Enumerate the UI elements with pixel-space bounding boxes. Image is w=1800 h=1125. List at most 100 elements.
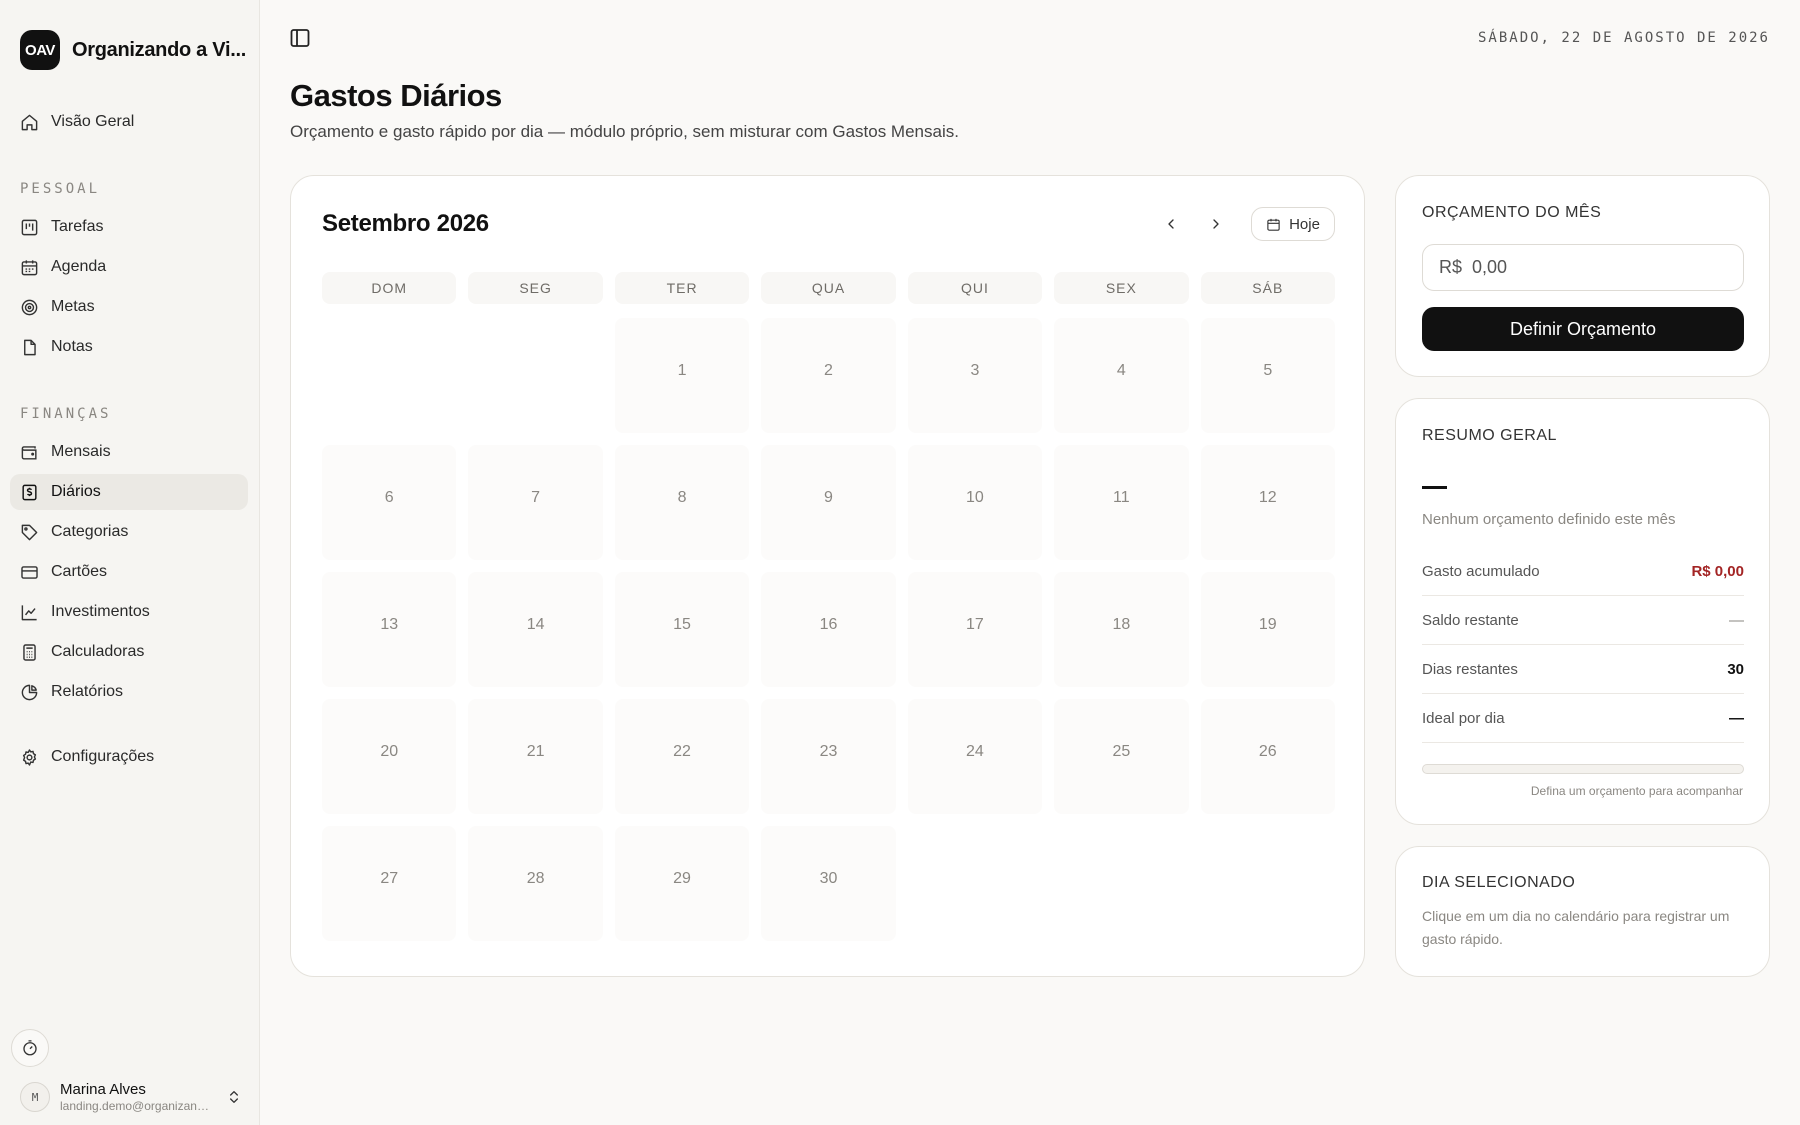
- page-subtitle: Orçamento e gasto rápido por dia — módul…: [290, 122, 959, 141]
- sidebar-item-configuracoes[interactable]: Configurações: [10, 739, 248, 775]
- sidebar-item-agenda[interactable]: Agenda: [10, 249, 248, 285]
- summary-headline: —: [1422, 486, 1447, 489]
- today-button-label: Hoje: [1289, 215, 1320, 233]
- stat-value: —: [1729, 709, 1744, 727]
- timer-button[interactable]: [11, 1029, 49, 1067]
- sidebar-item-metas[interactable]: Metas: [10, 289, 248, 325]
- sidebar-item-label: Investimentos: [51, 603, 150, 620]
- stat-value: —: [1729, 611, 1744, 629]
- prev-month-button[interactable]: [1157, 210, 1185, 238]
- sidebar-item-calculadoras[interactable]: Calculadoras: [10, 634, 248, 670]
- no-budget-message: Nenhum orçamento definido este mês: [1422, 511, 1676, 528]
- calendar-day[interactable]: 25: [1054, 699, 1189, 814]
- stat-row-balance: Saldo restante —: [1422, 596, 1744, 645]
- calendar-day[interactable]: 14: [468, 572, 603, 687]
- stat-value: R$ 0,00: [1691, 562, 1744, 580]
- credit-card-icon: [21, 565, 38, 579]
- selected-day-panel: DIA SELECIONADO Clique em um dia no cale…: [1395, 846, 1770, 977]
- chevron-right-icon: [1213, 219, 1219, 229]
- sidebar: OAV Organizando a Vi... Visão Geral PESS…: [0, 0, 260, 1125]
- calendar-day[interactable]: 4: [1054, 318, 1189, 433]
- calendar-empty-cell: [468, 318, 602, 433]
- calendar-day[interactable]: 8: [614, 445, 750, 560]
- calendar-day[interactable]: 22: [614, 699, 750, 814]
- calendar-empty-cell: [322, 318, 456, 433]
- sidebar-item-notas[interactable]: Notas: [10, 329, 248, 365]
- sidebar-item-relatorios[interactable]: Relatórios: [10, 674, 248, 710]
- calendar-day[interactable]: 27: [322, 826, 457, 941]
- selected-day-hint: Clique em um dia no calendário para regi…: [1422, 908, 1730, 947]
- budget-panel: ORÇAMENTO DO MÊS Definir Orçamento: [1395, 175, 1770, 377]
- set-budget-button[interactable]: Definir Orçamento: [1422, 307, 1744, 351]
- calendar-day[interactable]: 11: [1054, 445, 1189, 560]
- stat-row-days-left: Dias restantes 30: [1422, 645, 1744, 694]
- section-label-personal: PESSOAL: [20, 181, 101, 197]
- sidebar-item-investimentos[interactable]: Investimentos: [10, 594, 248, 630]
- stat-label: Saldo restante: [1422, 611, 1519, 629]
- weekday-label: DOM: [322, 272, 457, 304]
- sidebar-item-label: Mensais: [51, 443, 111, 460]
- sidebar-item-overview[interactable]: Visão Geral: [10, 104, 248, 140]
- sidebar-toggle-button[interactable]: [288, 26, 312, 50]
- budget-amount-input[interactable]: [1422, 244, 1744, 291]
- file-icon: [24, 339, 36, 355]
- calendar-empty-cell: [1054, 826, 1188, 941]
- calendar-day[interactable]: 3: [907, 318, 1043, 433]
- calendar-day[interactable]: 1: [614, 318, 750, 433]
- calendar-day[interactable]: 18: [1054, 572, 1189, 687]
- calendar-day[interactable]: 2: [761, 318, 896, 433]
- user-email: landing.demo@organizandoavida.com: [60, 1099, 210, 1113]
- sidebar-item-tarefas[interactable]: Tarefas: [10, 209, 248, 245]
- next-month-button[interactable]: [1202, 210, 1230, 238]
- sidebar-item-label: Relatórios: [51, 683, 124, 700]
- calendar-day[interactable]: 6: [322, 445, 457, 560]
- budget-panel-title: ORÇAMENTO DO MÊS: [1422, 204, 1602, 221]
- calendar-day[interactable]: 15: [614, 572, 750, 687]
- stat-row-ideal-per-day: Ideal por dia —: [1422, 694, 1744, 743]
- user-menu[interactable]: M Marina Alves landing.demo@organizandoa…: [20, 1078, 242, 1116]
- calendar-day[interactable]: 7: [468, 445, 603, 560]
- sidebar-item-label: Diários: [51, 483, 101, 500]
- stat-label: Dias restantes: [1422, 660, 1518, 678]
- sidebar-item-mensais[interactable]: Mensais: [10, 434, 248, 470]
- calendar-day[interactable]: 26: [1200, 699, 1335, 814]
- calendar-day[interactable]: 9: [761, 445, 896, 560]
- calendar-empty-cell: [1201, 826, 1335, 941]
- panel-left-icon: [290, 29, 310, 47]
- calendar-day[interactable]: 16: [761, 572, 896, 687]
- weekday-header: DOM SEG TER QUA QUI SEX SÁB: [322, 272, 1335, 304]
- sidebar-item-label: Agenda: [51, 258, 107, 275]
- sidebar-item-label: Tarefas: [51, 218, 104, 235]
- calendar-day[interactable]: 23: [761, 699, 896, 814]
- sidebar-item-categorias[interactable]: Categorias: [10, 514, 248, 550]
- calendar-grid: 1 2 3 4 5 6 7 8 9 10 11 12 13 14 15 16 17 18 19 20 21 22 23 24 2…: [322, 318, 1335, 941]
- brand[interactable]: OAV Organizando a Vi...: [20, 30, 246, 70]
- calendar-day[interactable]: 21: [468, 699, 603, 814]
- receipt-dollar-icon: [22, 484, 37, 500]
- calendar-day[interactable]: 17: [907, 572, 1043, 687]
- calendar-day[interactable]: 5: [1200, 318, 1335, 433]
- stat-row-spent: Gasto acumulado R$ 0,00: [1422, 547, 1744, 596]
- chevron-left-icon: [1168, 219, 1174, 229]
- today-button[interactable]: Hoje: [1251, 207, 1335, 241]
- calendar-day[interactable]: 12: [1200, 445, 1335, 560]
- progress-hint: Defina um orçamento para acompanhar: [1530, 784, 1743, 798]
- calendar-day[interactable]: 29: [614, 826, 750, 941]
- calendar-day[interactable]: 28: [468, 826, 603, 941]
- calendar-day[interactable]: 20: [322, 699, 457, 814]
- calendar-day[interactable]: 10: [907, 445, 1043, 560]
- sidebar-item-cartoes[interactable]: Cartões: [10, 554, 248, 590]
- calendar-day[interactable]: 13: [322, 572, 457, 687]
- calendar-day[interactable]: 19: [1200, 572, 1335, 687]
- selected-day-title: DIA SELECIONADO: [1422, 874, 1576, 891]
- target-icon: [21, 299, 38, 315]
- sidebar-item-label: Categorias: [51, 523, 129, 540]
- brand-logo: OAV: [20, 30, 60, 70]
- stat-label: Gasto acumulado: [1422, 562, 1540, 580]
- calendar-icon: [1267, 218, 1280, 231]
- calendar-icon: [21, 259, 38, 275]
- calendar-day[interactable]: 30: [761, 826, 896, 941]
- sidebar-item-diarios[interactable]: Diários: [10, 474, 248, 510]
- calendar-day[interactable]: 24: [907, 699, 1043, 814]
- sidebar-item-label: Cartões: [51, 563, 108, 580]
